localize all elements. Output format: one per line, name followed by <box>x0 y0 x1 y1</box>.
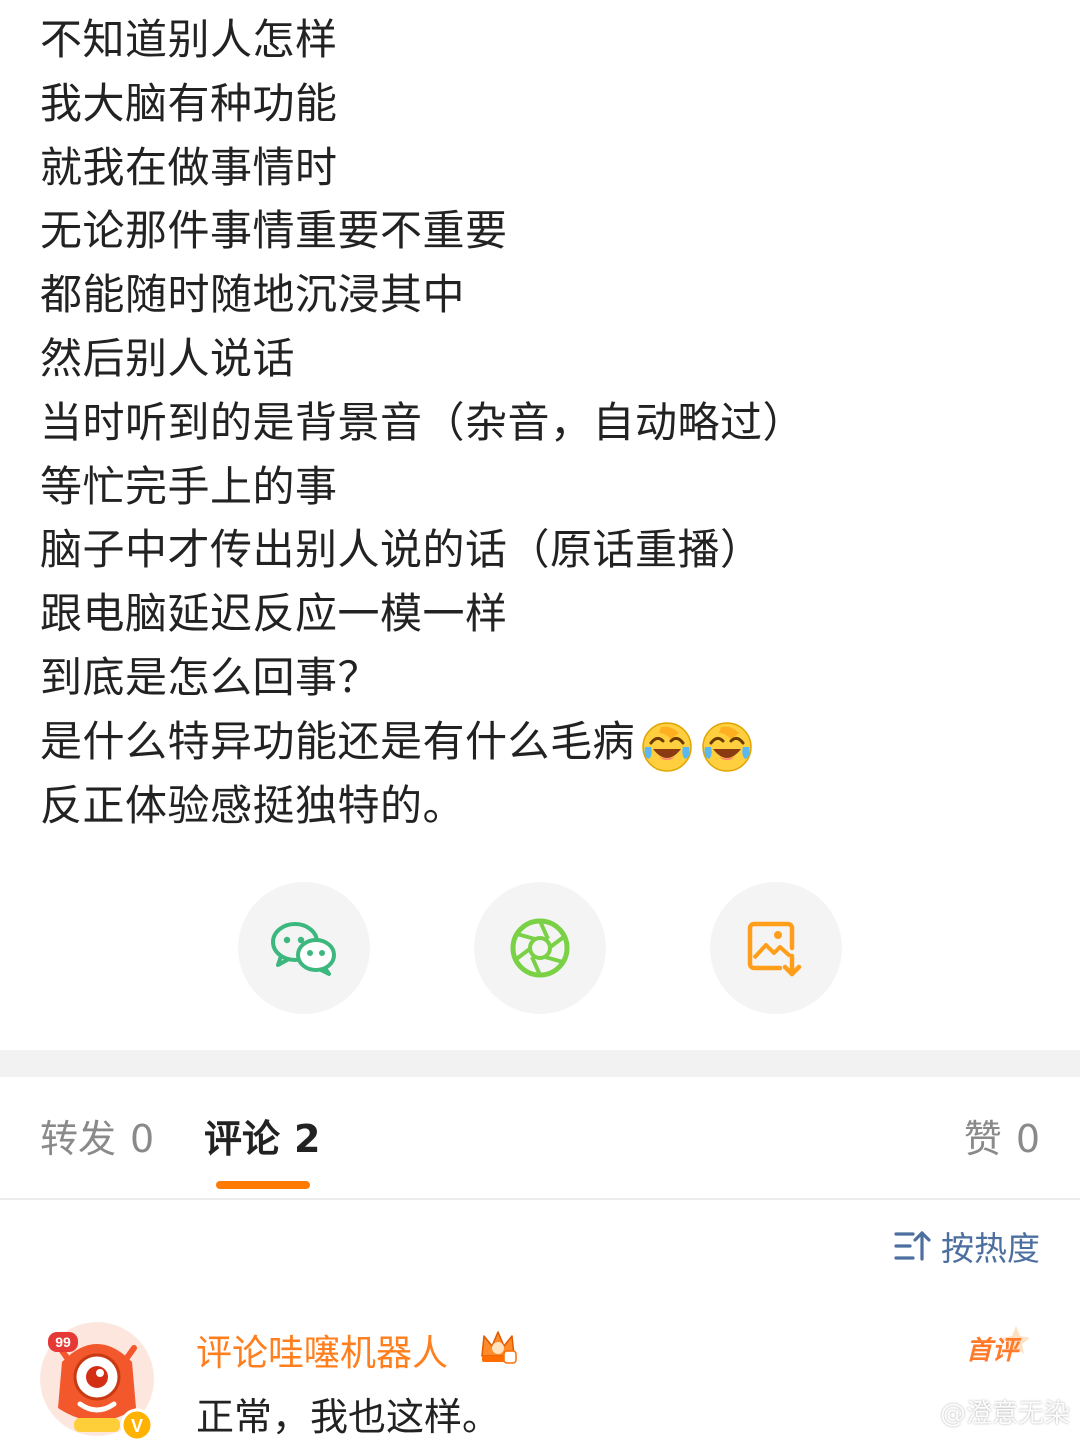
tab-repost[interactable]: 转发 0 <box>40 1115 154 1163</box>
moments-aperture-icon <box>510 918 570 978</box>
post-line: 无论那件事情重要不重要 <box>40 206 508 256</box>
wechat-icon <box>271 922 336 976</box>
sort-by-hot-button[interactable]: 按热度 <box>893 1224 1040 1268</box>
laugh-cry-icon <box>642 722 692 772</box>
tab-repost-label: 转发 <box>40 1117 117 1161</box>
avatar[interactable]: 99 V <box>40 1322 154 1442</box>
post-line: 反正体验感挺独特的。 <box>40 780 466 830</box>
first-comment-badge: 首评 <box>966 1320 1040 1368</box>
avatar-level-text: 99 <box>55 1334 71 1350</box>
tab-like[interactable]: 赞0 <box>964 1115 1040 1163</box>
post-line: 我大脑有种功能 <box>40 78 338 128</box>
section-divider <box>0 1050 1080 1077</box>
post-line: 当时听到的是背景音（杂音，自动略过） <box>40 397 806 447</box>
crown-badge-icon <box>481 1331 517 1364</box>
post-line: 等忙完手上的事 <box>40 461 338 511</box>
laugh-cry-icon <box>702 722 752 772</box>
post-line: 脑子中才传出别人说的话（原话重播） <box>40 525 763 575</box>
comment-item: 99 V 评论哇噻机器人 正常，我也这样。 首评 <box>40 1318 1040 1442</box>
tab-like-count: 0 <box>1015 1117 1040 1161</box>
post-line: 然后别人说话 <box>40 333 296 383</box>
save-image-button[interactable] <box>710 882 842 1014</box>
post-line-text: 是什么特异功能还是有什么毛病 <box>40 716 636 766</box>
tab-repost-count: 0 <box>130 1117 155 1161</box>
emoji-row <box>641 712 761 776</box>
first-comment-label: 首评 <box>966 1336 1019 1366</box>
sort-label: 按热度 <box>941 1229 1040 1268</box>
robot-avatar-image: 99 V <box>41 1323 154 1442</box>
post-line: 就我在做事情时 <box>40 142 338 192</box>
watermark: @澄意无染 <box>939 1399 1070 1429</box>
comment-text: 正常，我也这样。 <box>196 1395 501 1439</box>
share-row <box>238 882 842 1014</box>
comment-author-name[interactable]: 评论哇噻机器人 <box>196 1324 448 1376</box>
active-tab-indicator <box>216 1181 310 1189</box>
share-moments-button[interactable] <box>474 882 606 1014</box>
post-line: 不知道别人怎样 <box>40 15 338 64</box>
interaction-tabs: 转发 0 评论 2 赞0 <box>0 1077 1080 1200</box>
tab-comment-count: 2 <box>294 1117 321 1161</box>
post-line: 跟电脑延迟反应一模一样 <box>40 589 508 639</box>
tab-comment[interactable]: 评论 2 <box>204 1115 320 1163</box>
share-wechat-button[interactable] <box>238 882 370 1014</box>
tab-comment-label: 评论 <box>204 1117 281 1161</box>
post-body: 不知道别人怎样 我大脑有种功能 就我在做事情时 无论那件事情重要不重要 都能随时… <box>40 8 1050 837</box>
verified-badge: V <box>131 1416 143 1436</box>
sort-icon <box>894 1231 931 1261</box>
tab-like-label: 赞 <box>963 1117 1002 1161</box>
post-line: 都能随时随地沉浸其中 <box>40 270 466 320</box>
post-line-with-emoji: 是什么特异功能还是有什么毛病 <box>40 710 1050 774</box>
save-image-icon <box>747 921 802 977</box>
post-line: 到底是怎么回事？ <box>40 652 381 702</box>
